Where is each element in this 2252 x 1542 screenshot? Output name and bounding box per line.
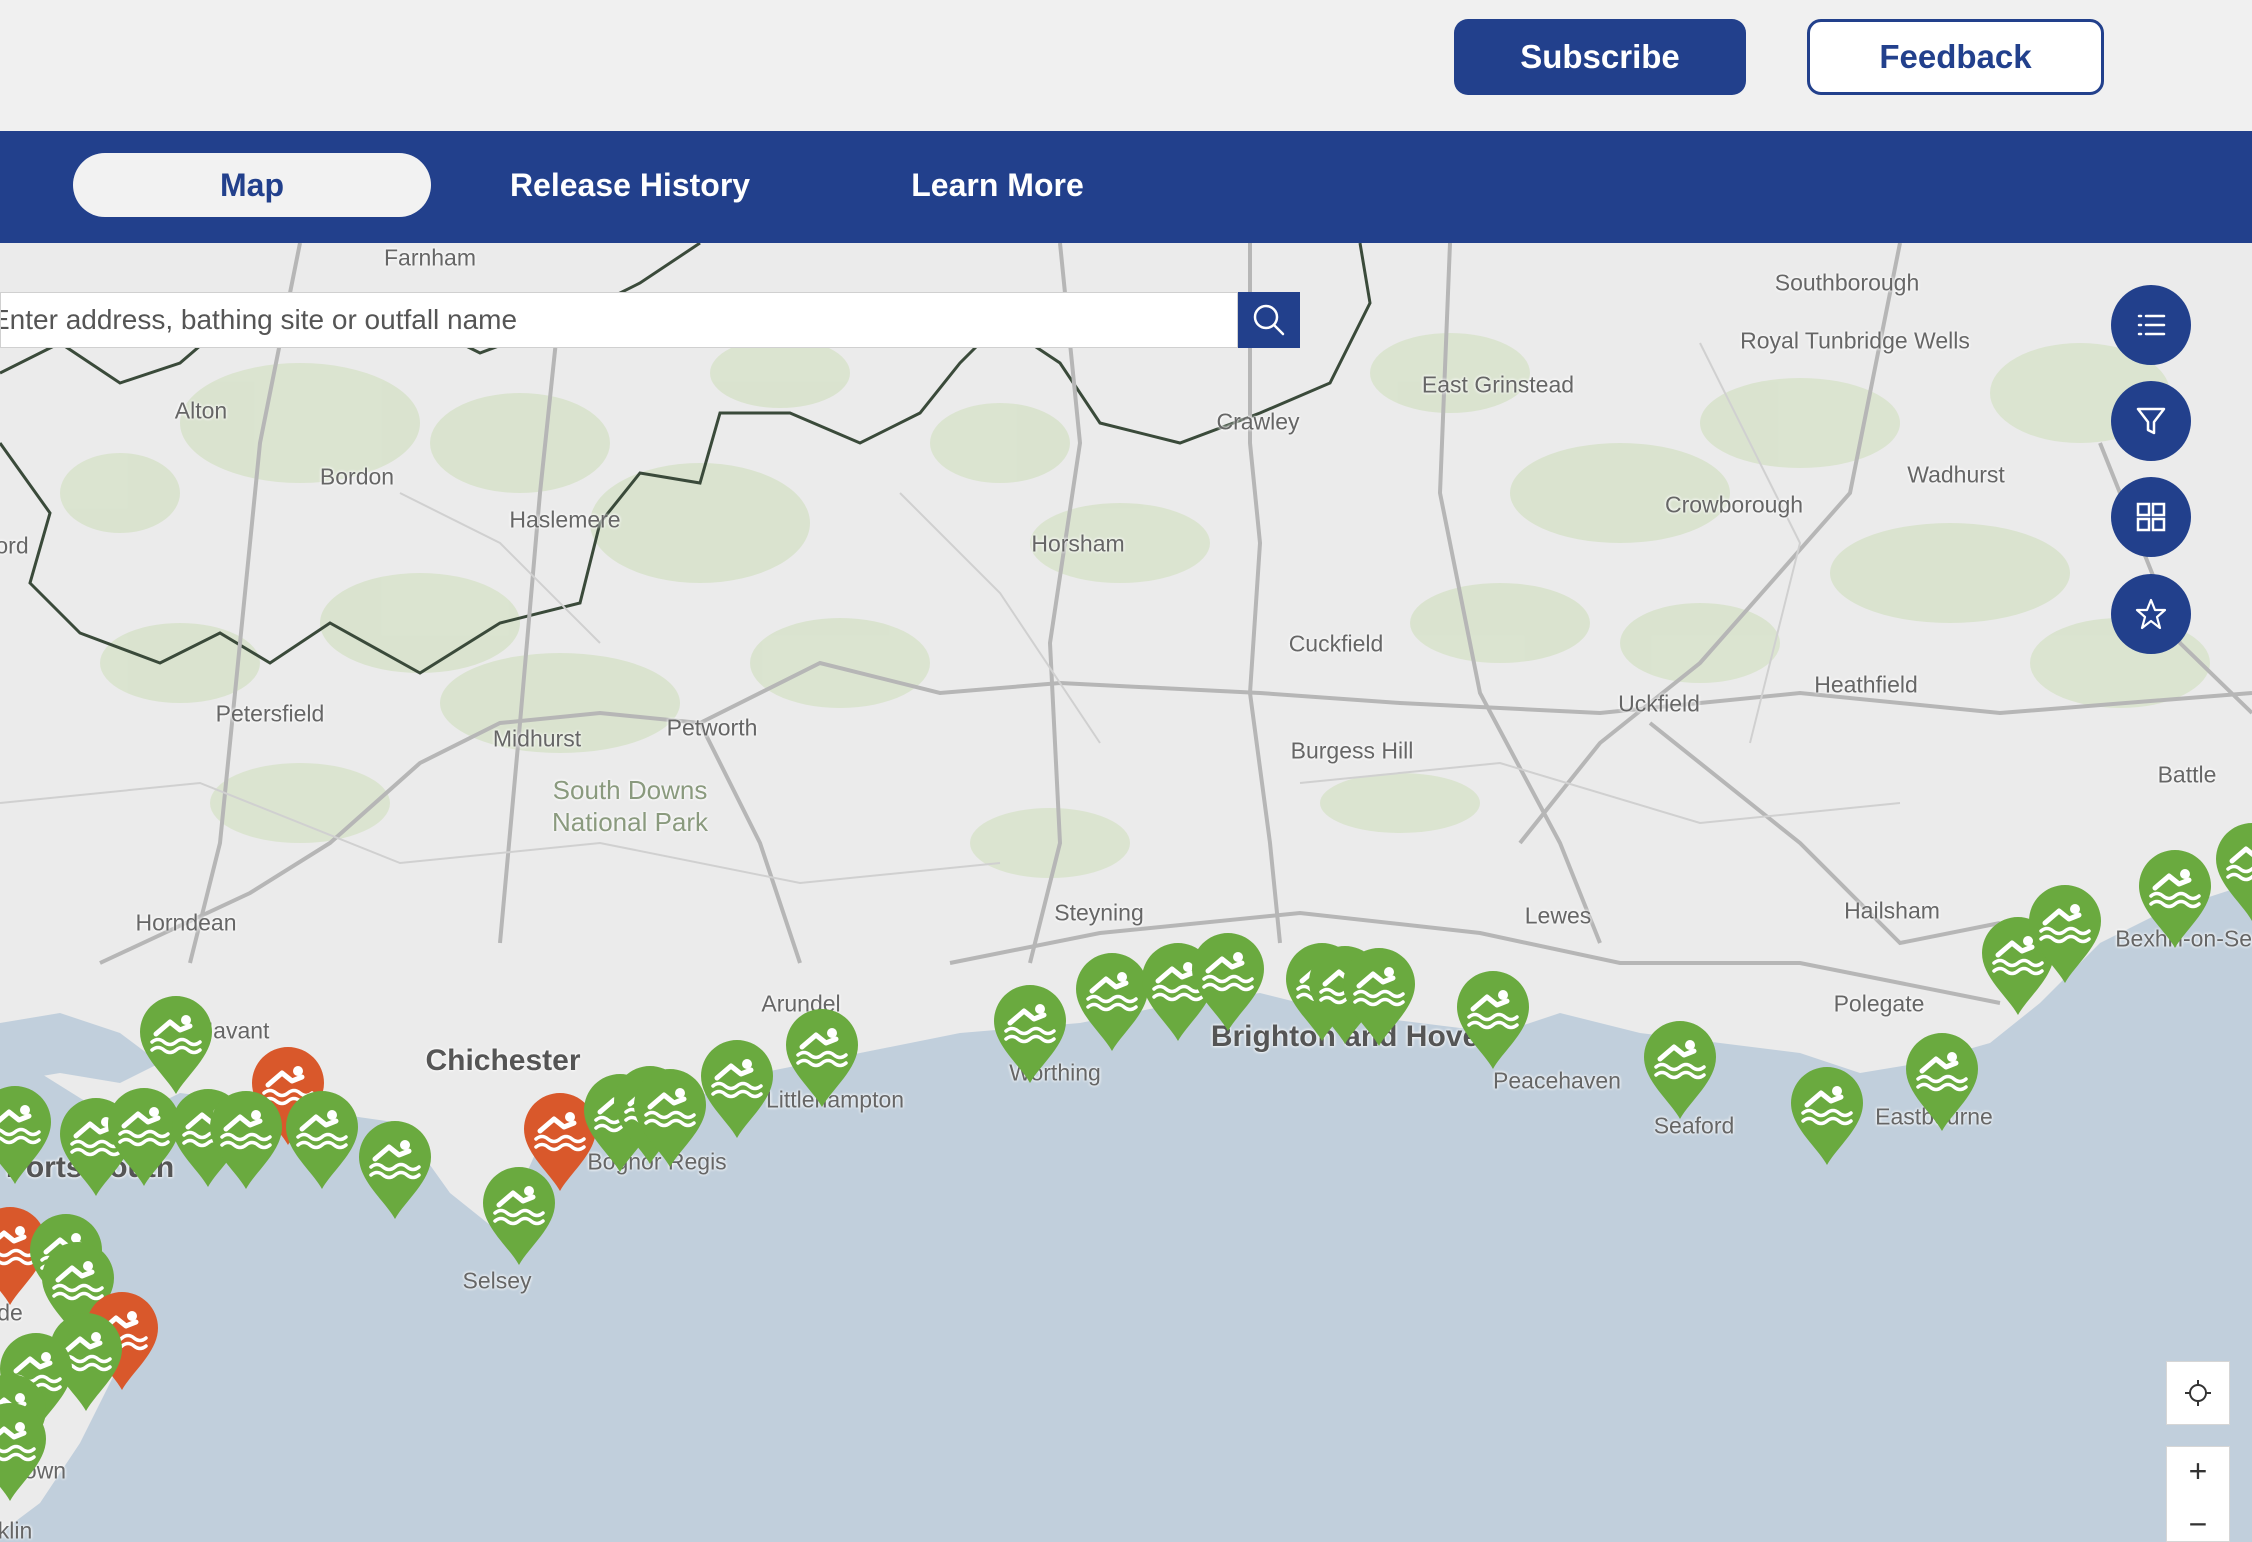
locate-button[interactable] [2166,1361,2230,1425]
grid-icon [2136,502,2166,532]
place-label: Selsey [462,1267,532,1294]
filter-icon [2136,407,2166,435]
swimmer-icon [1457,971,1529,1069]
swimmer-icon [2029,885,2101,983]
swimmer-icon [140,996,212,1094]
bathing-site-marker[interactable] [206,1087,286,1191]
swimmer-icon [2216,823,2252,921]
tab-map[interactable]: Map [73,153,431,217]
bathing-site-marker[interactable] [0,1399,50,1503]
swimmer-icon [286,1091,358,1189]
place-label: Southborough [1774,269,1920,296]
bathing-site-marker[interactable] [2135,846,2215,950]
bathing-site-marker[interactable] [282,1087,362,1191]
bathing-site-marker[interactable] [697,1036,777,1140]
bathing-site-marker[interactable] [1188,929,1268,1033]
search-bar [0,292,1238,348]
bathing-site-marker[interactable] [1339,944,1419,1048]
place-label: Crowborough [1664,491,1804,518]
top-bar: Subscribe Feedback [0,0,2252,131]
swimmer-icon [0,1086,51,1184]
swimmer-icon [359,1121,431,1219]
star-icon [2135,598,2167,630]
filter-button[interactable] [2111,381,2191,461]
zoom-in-button[interactable]: + [2167,1453,2229,1490]
place-label: Midhurst [492,725,582,752]
place-label: Horndean [135,909,237,936]
place-label: Cuckfield [1288,630,1384,657]
swimmer-icon [2139,850,2211,948]
place-label: Horsham [1031,530,1125,557]
bathing-site-marker[interactable] [990,981,1070,1085]
bathing-site-marker[interactable] [1902,1029,1982,1133]
place-label: Crawley [1216,408,1300,435]
place-label: Steyning [1054,899,1144,926]
bathing-site-marker[interactable] [1640,1017,1720,1121]
zoom-out-button[interactable]: − [2167,1506,2229,1542]
place-label: Chichester [425,1044,581,1077]
bathing-site-marker[interactable] [2212,819,2252,923]
grid-button[interactable] [2111,477,2191,557]
bathing-site-marker[interactable] [2025,881,2105,985]
place-label: Hailsham [1844,897,1940,924]
place-label: Petersfield [215,700,325,727]
tab-release-history[interactable]: Release History [495,153,765,217]
place-label: Royal Tunbridge Wells [1740,327,1970,354]
subscribe-button[interactable]: Subscribe [1454,19,1746,95]
place-label: Polegate [1833,990,1925,1017]
place-label: ord [0,532,29,559]
swimmer-icon [786,1009,858,1107]
bathing-site-marker[interactable] [479,1163,559,1267]
zoom-control: + − [2166,1446,2230,1542]
place-label: Battle [2157,761,2217,788]
bathing-site-marker[interactable] [1787,1063,1867,1167]
place-label: East Grinstead [1421,371,1575,398]
bathing-site-marker[interactable] [782,1005,862,1109]
main-nav: Map Release History Learn More [0,131,2252,243]
favourites-button[interactable] [2111,574,2191,654]
place-label: Wadhurst [1907,461,2005,488]
national-park-label: South Downs National Park [551,775,709,837]
place-label: Bordon [319,463,395,490]
list-button[interactable] [2111,285,2191,365]
search-icon [1253,304,1285,336]
swimmer-icon [483,1167,555,1265]
place-label: Heathfield [1814,671,1918,698]
place-label: Haslemere [509,506,621,533]
swimmer-icon [210,1091,282,1189]
search-button[interactable] [1238,292,1300,348]
place-label: Burgess Hill [1290,737,1414,764]
place-label: klin [0,1517,33,1542]
search-input[interactable] [1,293,1237,347]
swimmer-icon [701,1040,773,1138]
map-canvas[interactable]: Farnham Southborough Royal Tunbridge Wel… [0,243,2252,1542]
place-label: Petworth [666,714,758,741]
swimmer-icon [0,1403,46,1501]
swimmer-icon [1791,1067,1863,1165]
map-base [0,243,2252,1542]
swimmer-icon [1644,1021,1716,1119]
feedback-button[interactable]: Feedback [1807,19,2104,95]
list-icon [2137,314,2166,336]
swimmer-icon [1906,1033,1978,1131]
swimmer-icon [994,985,1066,1083]
tab-learn-more[interactable]: Learn More [895,153,1100,217]
place-label: Peacehaven [1493,1067,1621,1094]
bathing-site-marker[interactable] [1453,967,1533,1071]
bathing-site-marker[interactable] [136,992,216,1096]
swimmer-icon [1192,933,1264,1031]
bathing-site-marker[interactable] [355,1117,435,1221]
place-label: Uckfield [1618,690,1700,717]
swimmer-icon [1343,948,1415,1046]
bathing-site-marker[interactable] [0,1082,55,1186]
place-label: Farnham [383,244,477,271]
crosshair-icon [2185,1380,2211,1406]
place-label: Lewes [1524,902,1592,929]
place-label: Alton [174,397,228,424]
